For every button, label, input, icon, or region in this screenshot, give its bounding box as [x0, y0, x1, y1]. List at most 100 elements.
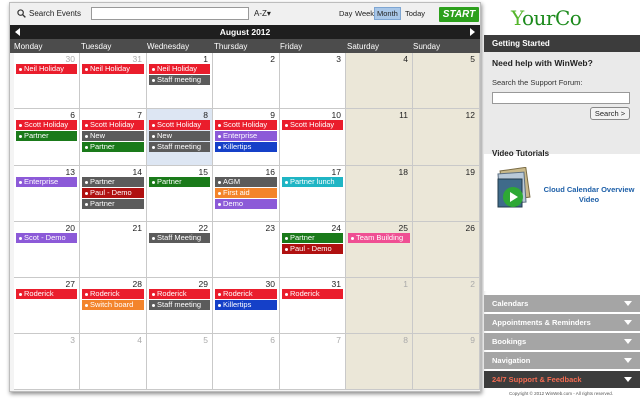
day-number[interactable]: 29 [199, 279, 208, 289]
calendar-event[interactable]: Scott Holiday [16, 120, 77, 130]
day-number[interactable]: 15 [199, 167, 208, 177]
calendar-event[interactable]: Roderick [215, 289, 277, 299]
day-cell[interactable]: 15 Partner [147, 166, 213, 222]
day-cell[interactable]: 25 Team Building [346, 222, 413, 278]
day-cell[interactable]: 4 [80, 334, 147, 390]
day-cell[interactable]: 2 [213, 53, 280, 109]
day-cell[interactable]: 17 Partner lunch [280, 166, 346, 222]
day-cell[interactable]: 2 [413, 278, 480, 334]
accordion-calendars[interactable]: Calendars [484, 295, 640, 312]
calendar-event[interactable]: New [149, 131, 210, 141]
calendar-event[interactable]: Scot - Demo [16, 233, 77, 243]
day-number[interactable]: 19 [466, 167, 475, 177]
day-number[interactable]: 21 [133, 223, 142, 233]
day-number[interactable]: 2 [270, 54, 275, 64]
day-cell[interactable]: 19 [413, 166, 480, 222]
day-cell[interactable]: 21 [80, 222, 147, 278]
day-cell[interactable]: 31 Roderick [280, 278, 346, 334]
calendar-event[interactable]: Scott Holiday [282, 120, 343, 130]
day-number[interactable]: 16 [266, 167, 275, 177]
day-number[interactable]: 4 [403, 54, 408, 64]
day-cell[interactable]: 27 Roderick [14, 278, 80, 334]
day-number[interactable]: 22 [199, 223, 208, 233]
day-number[interactable]: 5 [203, 335, 208, 345]
day-cell[interactable]: 12 [413, 109, 480, 166]
calendar-event[interactable]: Staff meeting [149, 142, 210, 152]
calendar-event[interactable]: Roderick [149, 289, 210, 299]
calendar-event[interactable]: Paul - Demo [82, 188, 144, 198]
day-number[interactable]: 30 [66, 54, 75, 64]
day-number[interactable]: 8 [403, 335, 408, 345]
day-cell[interactable]: 5 [413, 53, 480, 109]
day-number[interactable]: 26 [466, 223, 475, 233]
day-cell[interactable]: 1 [346, 278, 413, 334]
day-cell[interactable]: 8 [346, 334, 413, 390]
day-cell[interactable]: 6 [213, 334, 280, 390]
calendar-event[interactable]: Switch board [82, 300, 144, 310]
calendar-event[interactable]: Staff meeting [149, 300, 210, 310]
day-cell[interactable]: 10 Scott Holiday [280, 109, 346, 166]
day-cell[interactable]: 9 Scott Holiday Enterprise Killertips [213, 109, 280, 166]
day-number[interactable]: 17 [332, 167, 341, 177]
day-number[interactable]: 23 [266, 223, 275, 233]
start-button[interactable]: START [439, 7, 479, 22]
day-number[interactable]: 11 [399, 110, 408, 120]
calendar-event[interactable]: Scott Holiday [215, 120, 277, 130]
day-number[interactable]: 3 [70, 335, 75, 345]
day-cell[interactable]: 28 Roderick Switch board [80, 278, 147, 334]
day-number[interactable]: 18 [399, 167, 408, 177]
day-cell[interactable]: 5 [147, 334, 213, 390]
accordion-navigation[interactable]: Navigation [484, 352, 640, 369]
day-number[interactable]: 4 [137, 335, 142, 345]
calendar-event[interactable]: Partner lunch [282, 177, 343, 187]
calendar-event[interactable]: Roderick [282, 289, 343, 299]
day-cell[interactable]: 20 Scot - Demo [14, 222, 80, 278]
calendar-event[interactable]: Neil Holiday [149, 64, 210, 74]
day-number[interactable]: 31 [332, 279, 341, 289]
day-number[interactable]: 20 [66, 223, 75, 233]
day-cell[interactable]: 24 Partner Paul - Demo [280, 222, 346, 278]
calendar-event[interactable]: Enterprise [16, 177, 77, 187]
view-week-button[interactable]: Week [355, 9, 374, 18]
day-cell[interactable]: 18 [346, 166, 413, 222]
view-day-button[interactable]: Day [339, 9, 352, 18]
day-number[interactable]: 1 [403, 279, 408, 289]
day-cell[interactable]: 22 Staff Meeting [147, 222, 213, 278]
calendar-event[interactable]: AGM [215, 177, 277, 187]
day-number[interactable]: 7 [336, 335, 341, 345]
cloud-calendar-video-link[interactable]: Cloud Calendar Overview Video [539, 185, 639, 205]
search-icon[interactable] [17, 9, 26, 18]
day-number[interactable]: 6 [270, 335, 275, 345]
calendar-event[interactable]: Paul - Demo [282, 244, 343, 254]
calendar-event[interactable]: Scott Holiday [149, 120, 210, 130]
day-cell[interactable]: 31 Neil Holiday [80, 53, 147, 109]
calendar-event[interactable]: New [82, 131, 144, 141]
today-button[interactable]: Today [405, 9, 425, 18]
day-number[interactable]: 8 [203, 110, 208, 120]
accordion-support-feedback[interactable]: 24/7 Support & Feedback [484, 371, 640, 388]
day-number[interactable]: 12 [466, 110, 475, 120]
day-cell[interactable]: 23 [213, 222, 280, 278]
day-cell[interactable]: 14 Partner Paul - Demo Partner [80, 166, 147, 222]
day-cell[interactable]: 7 Scott Holiday New Partner [80, 109, 147, 166]
getting-started-header[interactable]: Getting Started [484, 35, 640, 52]
search-events-input[interactable] [91, 7, 249, 20]
calendar-event[interactable]: Partner [82, 142, 144, 152]
calendar-event[interactable]: Killertips [215, 142, 277, 152]
day-cell[interactable]: 16 AGM First aid Demo [213, 166, 280, 222]
calendar-event[interactable]: Roderick [82, 289, 144, 299]
day-number[interactable]: 3 [336, 54, 341, 64]
day-cell[interactable]: 11 [346, 109, 413, 166]
calendar-event[interactable]: First aid [215, 188, 277, 198]
day-cell[interactable]: 3 [280, 53, 346, 109]
day-number[interactable]: 9 [270, 110, 275, 120]
view-month-button[interactable]: Month [374, 7, 401, 20]
day-number[interactable]: 5 [470, 54, 475, 64]
day-cell[interactable]: 30 Roderick Killertips [213, 278, 280, 334]
calendar-event[interactable]: Killertips [215, 300, 277, 310]
calendar-event[interactable]: Partner [82, 177, 144, 187]
calendar-event[interactable]: Staff meeting [149, 75, 210, 85]
day-number[interactable]: 25 [399, 223, 408, 233]
day-cell[interactable]: 1 Neil Holiday Staff meeting [147, 53, 213, 109]
calendar-event[interactable]: Partner [149, 177, 210, 187]
